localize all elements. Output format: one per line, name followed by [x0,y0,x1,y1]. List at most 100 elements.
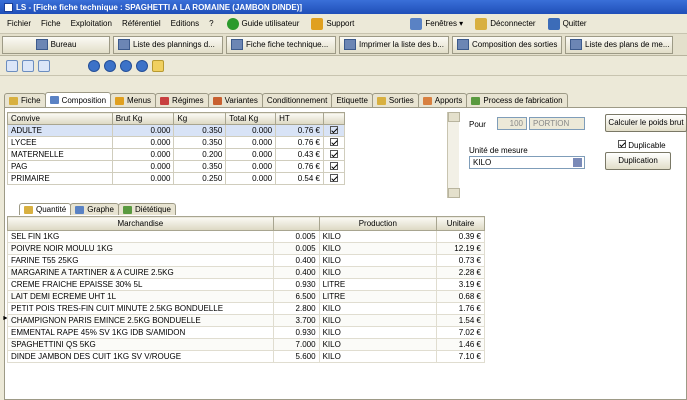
menu-fichier[interactable]: Fichier [2,14,36,34]
exit-icon [547,17,560,30]
previous-record-icon[interactable] [104,59,116,72]
windows-button[interactable]: Fenêtres ▾ [406,15,467,33]
cell-quantity: 2.800 [272,302,320,315]
table-row[interactable]: PETIT POIS TRES-FIN CUIT MINUTE 2.5KG BO… [7,302,485,315]
edit-icon[interactable] [152,59,164,72]
cell-convive: LYCEE [7,136,113,149]
row-checkbox[interactable] [329,161,338,170]
table-row[interactable]: CHAMPIGNON PARIS EMINCE 2.5KG BONDUELLE 3… [7,314,485,327]
cell-marchandise: SPAGHETTINI QS 5KG [7,338,274,351]
tab-composition[interactable]: Composition [44,92,112,107]
cell-unitaire: 12.19 € [436,242,485,255]
col-quantity[interactable] [272,216,320,231]
table-row[interactable]: PRIMAIRE 0.000 0.250 0.000 0.54 € [7,172,346,185]
task-composition-sorties[interactable]: Composition des sorties [452,35,562,54]
table-row[interactable]: CREME FRAICHE EPAISSE 30% 5L 0.930 LITRE 3.… [7,278,485,291]
duplicable-checkbox[interactable]: Duplicable [618,140,666,150]
menu-fiche[interactable]: Fiche [36,14,66,34]
table-row[interactable]: SEL FIN 1KG 0.005 KILO 0.39 € [7,230,485,243]
scroll-up-arrow[interactable] [448,112,460,122]
guide-button[interactable]: Guide utilisateur [223,15,304,33]
support-button[interactable]: Support [307,15,358,33]
col-production[interactable]: Production [318,216,438,231]
table-row[interactable]: FARINE T55 25KG 0.400 KILO 0.73 € [7,254,485,267]
refresh-icon[interactable] [38,59,50,72]
duplication-button[interactable]: Duplication [605,152,671,170]
col-ht[interactable]: HT [275,112,324,125]
pour-input[interactable]: 100 [497,117,527,130]
sorties-icon [376,96,386,105]
tab-sorties[interactable]: Sorties [371,93,419,107]
tab-process[interactable]: Process de fabrication [466,93,568,107]
menu-help[interactable]: ? [204,14,218,34]
row-checkbox[interactable] [329,125,338,134]
undo-icon[interactable] [22,59,34,72]
table-row[interactable]: LAIT DEMI ECREME UHT 1L 6.500 LITRE 0.68 € [7,290,485,303]
col-total-kg[interactable]: Total Kg [225,112,277,125]
tab-conditionnement[interactable]: Conditionnement [261,93,333,107]
task-bureau[interactable]: Bureau [2,35,110,54]
cell-production: KILO [318,254,438,267]
table-row[interactable]: DINDE JAMBON DES CUIT 1KG SV V/ROUGE 5.60… [7,350,485,363]
tab-quantite[interactable]: Quantité [19,203,72,215]
tab-variantes[interactable]: Variantes [207,93,263,107]
tab-regimes[interactable]: Régimes [155,93,209,107]
first-record-icon[interactable] [88,59,100,72]
cell-production: KILO [318,266,438,279]
cell-marchandise: CREME FRAICHE EPAISSE 30% 5L [7,278,274,291]
quit-button[interactable]: Quitter [544,15,591,33]
save-icon[interactable] [6,59,18,72]
table-row[interactable]: MARGARINE A TARTINER & A CUIRE 2.5KG 0.40… [7,266,485,279]
tab-fiche[interactable]: Fiche [4,93,46,107]
table-row[interactable]: POIVRE NOIR MOULU 1KG 0.005 KILO 12.19 € [7,242,485,255]
row-checkbox[interactable] [329,149,338,158]
table-row[interactable]: MATERNELLE 0.000 0.200 0.000 0.43 € [7,148,346,161]
pour-unit-field[interactable]: PORTION [529,117,585,130]
col-unitaire[interactable]: Unitaire [436,216,485,231]
col-marchandise[interactable]: Marchandise [7,216,274,231]
table-row[interactable]: SPAGHETTINI QS 5KG 7.000 KILO 1.46 € [7,338,485,351]
task-plannings[interactable]: Liste des plannings d... [113,35,223,54]
next-record-icon[interactable] [120,59,132,72]
table-row[interactable]: PAG 0.000 0.350 0.000 0.76 € [7,160,346,173]
menu-exploitation[interactable]: Exploitation [66,14,117,34]
task-imprimer[interactable]: Imprimer la liste des b... [339,35,449,54]
col-kg[interactable]: Kg [173,112,227,125]
table-row[interactable]: ADULTE 0.000 0.350 0.000 0.76 € [7,124,346,137]
task-plans-menus[interactable]: Liste des plans de me... [565,35,673,54]
calculer-poids-brut-button[interactable]: Calculer le poids brut [605,114,687,132]
row-checkbox[interactable] [329,137,338,146]
cell-unitaire: 0.39 € [436,230,485,243]
tab-label: Etiquette [336,96,368,105]
cell-unitaire: 2.28 € [436,266,485,279]
tab-etiquette[interactable]: Etiquette [331,93,373,107]
cell-quantity: 0.400 [272,266,320,279]
cell-total: 0.000 [225,160,277,173]
cell-marchandise: DINDE JAMBON DES CUIT 1KG SV V/ROUGE [7,350,274,363]
unit-input[interactable]: KILO [469,156,585,169]
table-row[interactable]: LYCEE 0.000 0.350 0.000 0.76 € [7,136,346,149]
tab-dietetique[interactable]: Diététique [117,203,176,215]
table-row[interactable]: EMMENTAL RAPE 45% SV 1KG IDB S/AMIDON 0.9… [7,326,485,339]
cell-production: KILO [318,314,438,327]
disconnect-button[interactable]: Déconnecter [471,15,539,33]
col-convive[interactable]: Convive [7,112,113,125]
scroll-down-arrow[interactable] [448,188,460,198]
cell-unitaire: 0.73 € [436,254,485,267]
disconnect-label: Déconnecter [490,19,536,28]
top-grid-scrollbar[interactable] [447,112,460,198]
menu-referentiel[interactable]: Référentiel [117,14,166,34]
task-fiche-technique[interactable]: Fiche fiche technique... [226,35,336,54]
row-checkbox[interactable] [329,173,338,182]
cell-quantity: 0.005 [272,230,320,243]
menu-editions[interactable]: Editions [166,14,204,34]
tab-menus[interactable]: Menus [110,93,157,107]
pencil-icon[interactable] [573,158,582,167]
tab-label: Diététique [134,205,171,214]
tab-graphe[interactable]: Graphe [70,203,119,215]
last-record-icon[interactable] [136,59,148,72]
cell-production: KILO [318,302,438,315]
folder-icon [9,96,18,105]
col-brut-kg[interactable]: Brut Kg [111,112,175,125]
tab-apports[interactable]: Apports [417,93,468,107]
